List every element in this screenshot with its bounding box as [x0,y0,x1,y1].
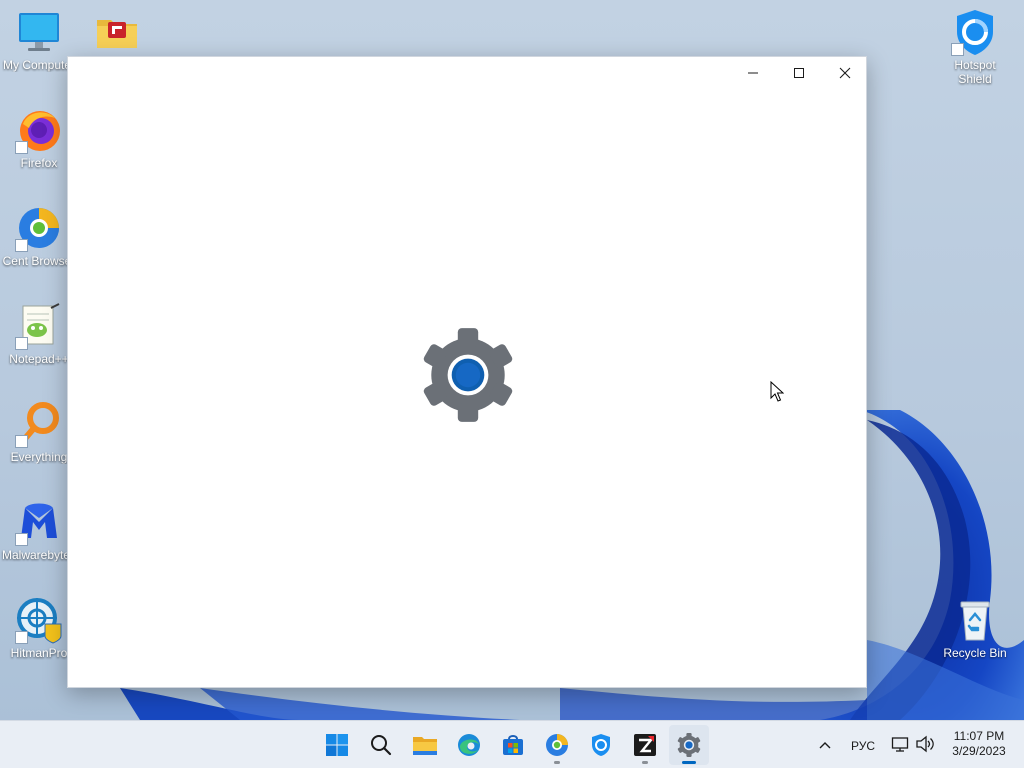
shortcut-arrow-icon [15,533,28,546]
hotspot-shield-icon [592,734,610,756]
close-button[interactable] [822,57,868,89]
monitor-icon [19,13,59,51]
taskbar-hotspot-shield[interactable] [581,725,621,765]
store-icon [503,735,523,755]
taskbar-cent-browser[interactable] [537,725,577,765]
shortcut-arrow-icon [15,141,28,154]
maximize-button[interactable] [776,57,822,89]
shortcut-arrow-icon [15,435,28,448]
taskbar-zoner[interactable] [625,725,665,765]
cent-browser-icon [546,734,568,756]
clock-date: 3/29/2023 [952,744,1006,758]
search-icon [371,735,392,756]
zoner-icon [634,734,656,756]
taskbar: РУС [0,720,1024,768]
edge-icon [458,734,480,756]
settings-window[interactable] [67,56,867,688]
shortcut-arrow-icon [15,239,28,252]
taskbar-file-explorer[interactable] [405,725,445,765]
windows-start-icon [326,734,348,756]
minimize-icon [748,72,758,74]
chevron-up-icon [819,742,831,749]
taskbar-store[interactable] [493,725,533,765]
speaker-icon [916,735,934,753]
shortcut-arrow-icon [15,631,28,644]
desktop-icon-hotspot-shield[interactable]: Hotspot Shield [936,8,1014,86]
settings-gear-icon [423,328,513,422]
mouse-cursor-icon [770,381,784,402]
taskbar-search-button[interactable] [361,725,401,765]
network-wired-icon [891,737,909,752]
desktop-icon-recycle-bin[interactable]: Recycle Bin [936,596,1014,660]
folder-app-icon [97,20,137,48]
language-indicator[interactable]: РУС [851,739,875,753]
desktop-icon-folder-app[interactable] [78,8,156,58]
clock-time: 11:07 PM [953,729,1005,743]
taskbar-edge[interactable] [449,725,489,765]
close-icon [839,67,851,79]
active-indicator [682,761,696,764]
recycle-bin-icon [960,601,990,641]
taskbar-clock[interactable]: 11:07 PM 3/29/2023 [940,729,1018,759]
volume-control[interactable] [915,735,935,755]
file-explorer-icon [413,737,437,755]
maximize-icon [794,68,804,78]
running-indicator [554,761,560,764]
shortcut-arrow-icon [951,43,964,56]
settings-icon [677,733,701,757]
desktop-icon-label: Recycle Bin [943,646,1007,660]
taskbar-start-button[interactable] [317,725,357,765]
minimize-button[interactable] [730,57,776,89]
running-indicator [642,761,648,764]
network-status[interactable] [891,735,911,755]
shortcut-arrow-icon [15,337,28,350]
show-hidden-icons-button[interactable] [814,735,836,755]
desktop-icon-label: Hotspot Shield [954,58,996,86]
taskbar-settings[interactable] [669,725,709,765]
